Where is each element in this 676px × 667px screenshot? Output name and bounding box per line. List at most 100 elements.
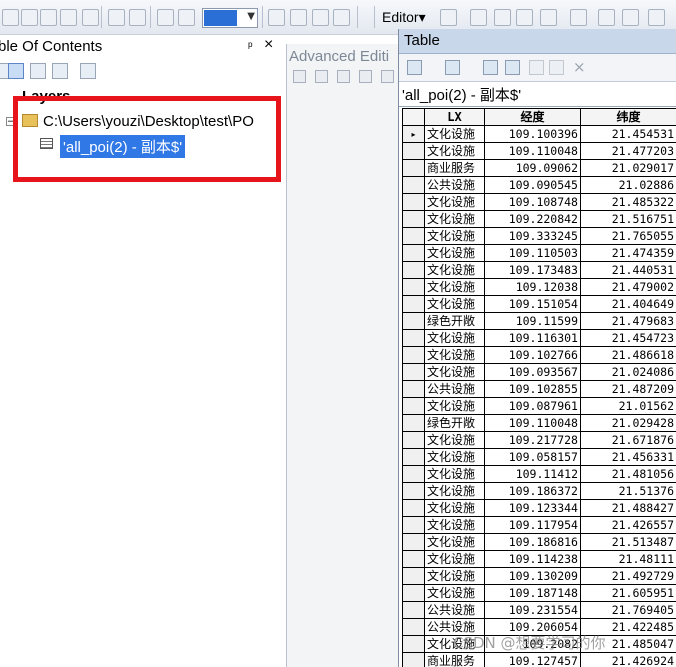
row-selector[interactable] <box>402 346 425 364</box>
table-row[interactable]: ▸ 文化设施 109.100396 21.454531 <box>402 125 676 143</box>
map-scale-dropdown[interactable]: ▼ <box>202 8 258 28</box>
editor-menu[interactable]: Editor▾ <box>382 9 426 26</box>
row-selector[interactable] <box>402 533 425 551</box>
cell-lx[interactable]: 公共设施 <box>424 601 485 619</box>
cell-latitude[interactable]: 21.479002 <box>580 278 676 296</box>
straight-segment-icon[interactable] <box>494 9 511 26</box>
clear-selection-icon[interactable] <box>2 9 19 26</box>
cell-longitude[interactable]: 109.114238 <box>484 550 581 568</box>
line-intersection-icon[interactable] <box>381 70 394 83</box>
row-selector[interactable] <box>402 227 425 245</box>
table-options-icon[interactable] <box>407 60 422 75</box>
cell-latitude[interactable]: 21.454723 <box>580 329 676 347</box>
refresh-icon[interactable] <box>21 9 38 26</box>
table-row[interactable]: 文化设施 109.217728 21.671876 <box>402 431 676 449</box>
cell-latitude[interactable]: 21.404649 <box>580 295 676 313</box>
split-icon[interactable] <box>622 9 639 26</box>
copy-features-icon[interactable] <box>293 70 306 83</box>
cell-longitude[interactable]: 109.110048 <box>484 142 581 160</box>
row-selector[interactable] <box>402 635 425 653</box>
edit-vertices-icon[interactable] <box>570 9 587 26</box>
cell-latitude[interactable]: 21.671876 <box>580 431 676 449</box>
pin-icon[interactable]: ᵖ <box>248 39 253 53</box>
table-row[interactable]: 文化设施 109.11412 21.481056 <box>402 465 676 483</box>
row-selector[interactable] <box>402 363 425 381</box>
cell-latitude[interactable]: 21.485322 <box>580 193 676 211</box>
cell-lx[interactable]: 绿色开敞 <box>424 312 485 330</box>
cell-longitude[interactable]: 109.093567 <box>484 363 581 381</box>
table-row[interactable]: 文化设施 109.087961 21.01562 <box>402 397 676 415</box>
list-by-visibility-icon[interactable] <box>30 63 46 79</box>
cell-longitude[interactable]: 109.100396 <box>484 125 581 143</box>
cell-lx[interactable]: 文化设施 <box>424 278 485 296</box>
cell-lx[interactable]: 文化设施 <box>424 499 485 517</box>
row-selector[interactable] <box>402 618 425 636</box>
cell-latitude[interactable]: 21.440531 <box>580 261 676 279</box>
cell-longitude[interactable]: 109.117954 <box>484 516 581 534</box>
row-selector[interactable] <box>402 414 425 432</box>
cell-latitude[interactable]: 21.516751 <box>580 210 676 228</box>
row-selector[interactable] <box>402 278 425 296</box>
cell-lx[interactable]: 文化设施 <box>424 363 485 381</box>
delete-selected-icon[interactable]: × <box>573 58 586 76</box>
row-selector[interactable] <box>402 482 425 500</box>
cell-longitude[interactable]: 109.186816 <box>484 533 581 551</box>
cell-lx[interactable]: 文化设施 <box>424 550 485 568</box>
table-row[interactable]: 商业服务 109.09062 21.029017 <box>402 159 676 177</box>
cell-lx[interactable]: 文化设施 <box>424 295 485 313</box>
rotate-icon[interactable] <box>648 9 665 26</box>
python-window-icon[interactable] <box>333 9 350 26</box>
table-row[interactable]: 文化设施 109.186372 21.51376 <box>402 482 676 500</box>
cell-lx[interactable]: 文化设施 <box>424 448 485 466</box>
cell-latitude[interactable]: 21.02886 <box>580 176 676 194</box>
cell-latitude[interactable]: 21.769405 <box>580 601 676 619</box>
row-selector[interactable] <box>402 210 425 228</box>
cell-longitude[interactable]: 109.186372 <box>484 482 581 500</box>
cell-latitude[interactable]: 21.426557 <box>580 516 676 534</box>
select-by-attributes-icon[interactable] <box>483 60 498 75</box>
cell-lx[interactable]: 文化设施 <box>424 346 485 364</box>
chevron-down-icon[interactable]: ▼ <box>247 11 255 22</box>
cell-latitude[interactable]: 21.486618 <box>580 346 676 364</box>
cell-lx[interactable]: 公共设施 <box>424 176 485 194</box>
table-row[interactable]: 文化设施 109.108748 21.485322 <box>402 193 676 211</box>
cell-latitude[interactable]: 21.492729 <box>580 567 676 585</box>
cell-lx[interactable]: 商业服务 <box>424 159 485 177</box>
table-row[interactable]: 文化设施 109.093567 21.024086 <box>402 363 676 381</box>
cell-latitude[interactable]: 21.765055 <box>580 227 676 245</box>
row-selector[interactable] <box>402 584 425 602</box>
row-selector[interactable] <box>402 499 425 517</box>
row-selector[interactable] <box>402 465 425 483</box>
cell-latitude[interactable]: 21.474359 <box>580 244 676 262</box>
cell-lx[interactable]: 文化设施 <box>424 261 485 279</box>
table-row[interactable]: 文化设施 109.110048 21.477203 <box>402 142 676 160</box>
cell-latitude[interactable]: 21.481056 <box>580 465 676 483</box>
list-by-source-icon[interactable] <box>8 63 24 79</box>
cell-lx[interactable]: 文化设施 <box>424 227 485 245</box>
cell-lx[interactable]: 文化设施 <box>424 482 485 500</box>
table-row[interactable]: 公共设施 109.102855 21.487209 <box>402 380 676 398</box>
cell-longitude[interactable]: 109.333245 <box>484 227 581 245</box>
cell-longitude[interactable]: 109.116301 <box>484 329 581 347</box>
cell-lx[interactable]: 文化设施 <box>424 584 485 602</box>
trim-icon[interactable] <box>359 70 372 83</box>
cell-longitude[interactable]: 109.217728 <box>484 431 581 449</box>
edit-annotation-icon[interactable] <box>470 9 487 26</box>
cell-latitude[interactable]: 21.426924 <box>580 652 676 667</box>
row-selector[interactable] <box>402 261 425 279</box>
cell-longitude[interactable]: 109.102855 <box>484 380 581 398</box>
zoom-to-selected-icon[interactable] <box>549 60 564 75</box>
cell-longitude[interactable]: 109.087961 <box>484 397 581 415</box>
cell-latitude[interactable]: 21.48111 <box>580 550 676 568</box>
table-row[interactable]: 文化设施 109.173483 21.440531 <box>402 261 676 279</box>
row-selector[interactable] <box>402 176 425 194</box>
clear-selection-icon[interactable] <box>529 60 544 75</box>
column-header-lx[interactable]: LX <box>424 108 485 126</box>
fillet-icon[interactable] <box>315 70 328 83</box>
cell-longitude[interactable]: 109.090545 <box>484 176 581 194</box>
row-selector[interactable] <box>402 448 425 466</box>
cell-longitude[interactable]: 109.110503 <box>484 244 581 262</box>
forward-extent-icon[interactable] <box>178 9 195 26</box>
switch-selection-icon[interactable] <box>505 60 520 75</box>
cell-longitude[interactable]: 109.151054 <box>484 295 581 313</box>
